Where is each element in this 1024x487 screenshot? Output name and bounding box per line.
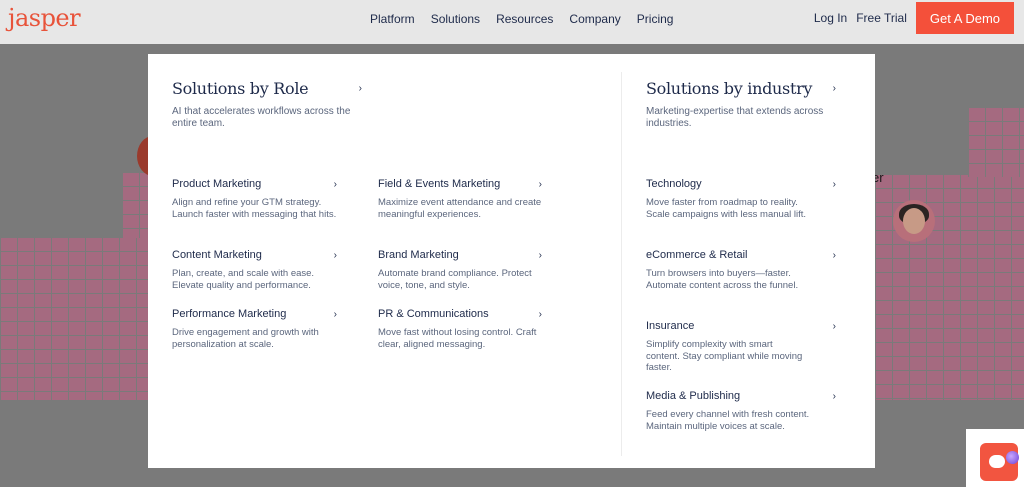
menu-item-technology[interactable]: Technology › Move faster from roadmap to …	[646, 178, 836, 220]
chevron-right-icon: ›	[832, 390, 836, 402]
menu-item-title: eCommerce & Retail	[646, 249, 748, 261]
solutions-by-industry-header[interactable]: Solutions by industry › Marketing-expert…	[646, 79, 836, 129]
assistant-orb-icon	[1006, 451, 1019, 464]
menu-item-description: Move faster from roadmap to reality. Sca…	[646, 197, 806, 220]
top-nav: jasper Platform Solutions Resources Comp…	[0, 0, 1024, 44]
menu-item-title: Field & Events Marketing	[378, 178, 501, 190]
menu-item-brand-marketing[interactable]: Brand Marketing › Automate brand complian…	[378, 249, 542, 291]
hero-grid-pattern	[0, 237, 148, 400]
menu-item-description: Move fast without losing control. Craft …	[378, 327, 537, 350]
nav-solutions[interactable]: Solutions	[431, 12, 480, 26]
chevron-right-icon: ›	[333, 178, 337, 190]
nav-pricing[interactable]: Pricing	[637, 12, 674, 26]
menu-item-title: Media & Publishing	[646, 390, 741, 402]
chevron-right-icon: ›	[538, 249, 542, 261]
menu-item-media-publishing[interactable]: Media & Publishing › Feed every channel w…	[646, 390, 836, 432]
primary-nav: Platform Solutions Resources Company Pri…	[370, 12, 673, 26]
solutions-by-role-title: Solutions by Role	[172, 79, 309, 98]
menu-item-content-marketing[interactable]: Content Marketing › Plan, create, and sca…	[172, 249, 337, 291]
menu-item-description: Simplify complexity with smart content. …	[646, 339, 803, 373]
solutions-by-role-description: AI that accelerates workflows across the…	[172, 106, 351, 129]
hero-grid-pattern	[968, 107, 1024, 177]
menu-item-description: Drive engagement and growth with persona…	[172, 327, 319, 350]
chevron-right-icon: ›	[832, 83, 836, 94]
menu-item-title: Product Marketing	[172, 178, 262, 190]
menu-item-insurance[interactable]: Insurance › Simplify complexity with smar…	[646, 320, 836, 374]
menu-item-title: Technology	[646, 178, 702, 190]
menu-item-ecommerce-retail[interactable]: eCommerce & Retail › Turn browsers into b…	[646, 249, 836, 291]
chevron-right-icon: ›	[333, 249, 337, 261]
nav-company[interactable]: Company	[569, 12, 620, 26]
hero-grid-pattern	[122, 172, 148, 238]
menu-item-title: Insurance	[646, 320, 695, 332]
chat-launcher-button[interactable]	[980, 443, 1019, 481]
jasper-logo[interactable]: jasper	[8, 4, 81, 32]
menu-item-description: Feed every channel with fresh content. M…	[646, 409, 810, 432]
menu-item-description: Plan, create, and scale with ease. Eleva…	[172, 268, 315, 291]
nav-resources[interactable]: Resources	[496, 12, 553, 26]
menu-item-pr-communications[interactable]: PR & Communications › Move fast without l…	[378, 308, 542, 350]
chat-icon	[989, 455, 1005, 468]
nav-platform[interactable]: Platform	[370, 12, 415, 26]
menu-item-title: PR & Communications	[378, 308, 489, 320]
chevron-right-icon: ›	[358, 83, 362, 94]
menu-item-title: Brand Marketing	[378, 249, 459, 261]
menu-item-title: Performance Marketing	[172, 308, 287, 320]
free-trial-link[interactable]: Free Trial	[856, 11, 907, 25]
menu-item-field-events-marketing[interactable]: Field & Events Marketing › Maximize event…	[378, 178, 542, 220]
solutions-by-industry-title: Solutions by industry	[646, 79, 813, 98]
login-link[interactable]: Log In	[814, 11, 847, 25]
chevron-right-icon: ›	[832, 320, 836, 332]
menu-item-description: Automate brand compliance. Protect voice…	[378, 268, 532, 291]
chevron-right-icon: ›	[832, 249, 836, 261]
menu-item-title: Content Marketing	[172, 249, 262, 261]
chevron-right-icon: ›	[832, 178, 836, 190]
menu-item-description: Turn browsers into buyers—faster. Automa…	[646, 268, 799, 291]
menu-item-performance-marketing[interactable]: Performance Marketing › Drive engagement …	[172, 308, 337, 350]
get-a-demo-button[interactable]: Get A Demo	[915, 2, 1014, 34]
menu-item-product-marketing[interactable]: Product Marketing › Align and refine your…	[172, 178, 337, 220]
menu-item-description: Maximize event attendance and create mea…	[378, 197, 542, 220]
solutions-by-role-header[interactable]: Solutions by Role › AI that accelerates …	[172, 79, 362, 129]
avatar	[893, 200, 935, 242]
chevron-right-icon: ›	[538, 178, 542, 190]
column-divider	[621, 72, 622, 456]
chevron-right-icon: ›	[538, 308, 542, 320]
solutions-mega-menu: Solutions by Role › AI that accelerates …	[148, 54, 875, 468]
nav-actions: Log In Free Trial Get A Demo	[814, 2, 1014, 34]
menu-item-description: Align and refine your GTM strategy. Laun…	[172, 197, 337, 220]
solutions-by-industry-description: Marketing-expertise that extends across …	[646, 106, 824, 129]
chevron-right-icon: ›	[333, 308, 337, 320]
